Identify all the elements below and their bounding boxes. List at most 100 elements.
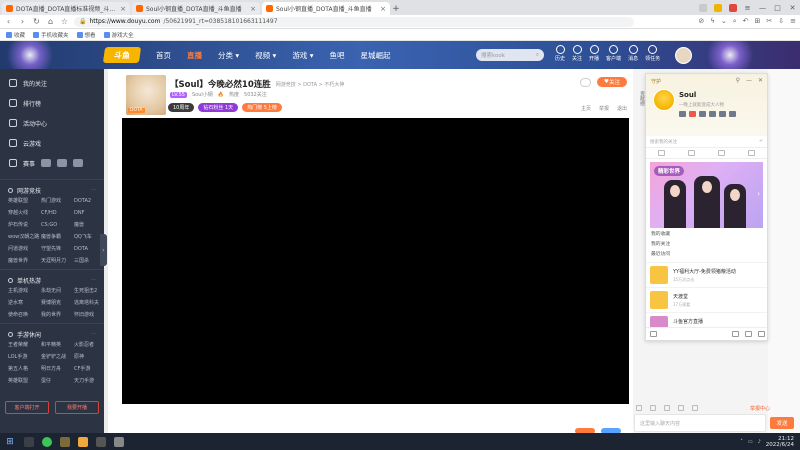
category-link[interactable]: 蛋仔 (41, 376, 74, 387)
follow-button[interactable]: ♥ 关注 (597, 77, 627, 87)
search-icon[interactable]: ⌕ (733, 17, 737, 26)
sidebar-item-rank[interactable]: 排行榜 (0, 93, 104, 113)
windows-start-icon[interactable]: ⊞ (0, 433, 20, 450)
network-icon[interactable]: ▭ (748, 439, 753, 445)
taskbar-app[interactable] (92, 433, 110, 450)
popup-avatar[interactable] (653, 89, 675, 111)
settings-icon[interactable] (745, 331, 752, 337)
star-icon[interactable]: ☆ (60, 17, 69, 26)
menu-icon[interactable]: ≡ (790, 17, 796, 26)
category-link[interactable]: 魔兽世界 (8, 256, 41, 267)
grid-icon[interactable]: ⊞ (755, 17, 761, 26)
history-button[interactable]: 历史 (555, 45, 565, 62)
popup-room-item[interactable]: 天渡堂 17万观看 (646, 287, 767, 312)
category-link[interactable]: 逆水寒 (8, 298, 41, 309)
sidebar-item-follow[interactable]: 我的关注 (0, 73, 104, 93)
category-link[interactable]: 和平精英 (41, 340, 74, 351)
category-link[interactable]: 金铲铲之战 (41, 352, 74, 363)
pin-icon[interactable]: ⚲ (736, 77, 740, 84)
emoji-icon[interactable] (636, 405, 642, 411)
bookmark-item[interactable]: 收藏 (6, 31, 25, 39)
category-link[interactable]: DOTA2 (74, 196, 104, 207)
browser-tab-2[interactable]: Soul小钢直播_DOTA直播_斗鱼直播 × (132, 2, 260, 15)
category-link[interactable]: CF手游 (74, 364, 104, 375)
anchor-avatar[interactable]: DOTA (126, 75, 166, 115)
taskbar-app[interactable] (110, 433, 128, 450)
category-link[interactable]: 魔兽 (74, 220, 104, 231)
tab-follow-icon[interactable] (687, 150, 695, 156)
home-icon[interactable]: ⌂ (46, 17, 55, 26)
category-link[interactable]: 原神 (74, 352, 104, 363)
link-following[interactable]: 我的关注 (651, 240, 762, 250)
share-icon[interactable] (580, 77, 591, 87)
category-link[interactable]: 天涯明月刀 (41, 256, 74, 267)
category-link[interactable]: 英雄联盟 (8, 196, 41, 207)
image-icon[interactable] (678, 405, 684, 411)
category-link[interactable]: 热门游戏 (41, 196, 74, 207)
room-tool-report[interactable]: 举报 (599, 105, 609, 112)
category-link[interactable]: 穿越火线 (8, 208, 41, 219)
category-link[interactable]: 明日方舟 (41, 364, 74, 375)
sidebar-item-match[interactable]: 赛事 (0, 153, 104, 173)
section-title[interactable]: 手游休闲 ··· (0, 328, 104, 340)
category-link[interactable]: 永劫无间 (41, 286, 74, 297)
nav-star-city[interactable]: 星城崛起 (360, 50, 390, 61)
category-link[interactable]: 怀旧游戏 (74, 310, 104, 321)
close-window-icon[interactable]: ✕ (785, 0, 800, 15)
browser-tab-3[interactable]: Soul小钢直播_DOTA直播_斗鱼直播 × (262, 2, 390, 15)
start-broadcast-button[interactable]: 我要开播 (55, 401, 99, 414)
taskbar-app[interactable] (56, 433, 74, 450)
user-avatar[interactable] (675, 47, 692, 64)
minimize-icon[interactable]: — (755, 0, 770, 15)
nav-live[interactable]: 直播 (187, 50, 202, 61)
setting-icon[interactable] (692, 405, 698, 411)
sidebar-item-cloud-game[interactable]: 云游戏 (0, 133, 104, 153)
tab-recent-icon[interactable] (657, 150, 665, 156)
taskbar-app[interactable] (74, 433, 92, 450)
taskbar-app[interactable] (38, 433, 56, 450)
lightning-icon[interactable]: ϟ (710, 17, 715, 26)
category-link[interactable]: 生死狙击2 (74, 286, 104, 297)
gift-icon[interactable] (664, 405, 670, 411)
broadcast-button[interactable]: 开播 (589, 45, 599, 62)
browser-tab-1[interactable]: DOTA直播_DOTA直播标准视频_斗鱼直播 × (2, 2, 130, 15)
chat-input[interactable]: 这里输入聊天内容 (634, 414, 766, 432)
url-input[interactable]: 🔒 https://www.douyu.com/50621991_rt=0385… (74, 16, 634, 27)
category-link[interactable]: 火影忍者 (74, 340, 104, 351)
color-icon[interactable] (650, 405, 656, 411)
site-logo[interactable]: 斗鱼 (102, 47, 142, 63)
sidebar-item-event[interactable]: 活动中心 (0, 113, 104, 133)
video-player[interactable] (122, 118, 629, 404)
category-link[interactable]: 炉石传说 (8, 220, 41, 231)
send-button[interactable]: 发送 (770, 417, 794, 429)
room-tool-home[interactable]: 主页 (581, 105, 591, 112)
bookmark-item[interactable]: 手机收藏夹 (33, 31, 69, 39)
minimize-icon[interactable]: — (746, 77, 752, 84)
clock[interactable]: 21:12 2022/6/24 (766, 436, 794, 448)
message-button[interactable]: 消息 (628, 45, 638, 62)
return-icon[interactable]: ↵ (759, 139, 763, 144)
close-icon[interactable]: × (120, 5, 126, 13)
reload-icon[interactable]: ↻ (32, 17, 41, 26)
forward-icon[interactable]: › (18, 17, 27, 26)
chevron-up-icon[interactable]: ˄ (740, 439, 743, 445)
video-icon[interactable] (732, 331, 739, 337)
popup-room-item[interactable]: YY福利大厅-免费领猪粮活动 15万次点击 (646, 262, 767, 287)
category-link[interactable]: 问道游戏 (8, 244, 41, 255)
category-link[interactable]: 魔兽争霸 (41, 232, 74, 243)
maximize-icon[interactable]: □ (770, 0, 785, 15)
close-icon[interactable]: ✕ (758, 77, 763, 84)
nav-category[interactable]: 分类 ▾ (218, 50, 239, 61)
link-recent[interactable]: 最近访问 (651, 250, 762, 260)
category-link[interactable]: 主机游戏 (8, 286, 41, 297)
block-icon[interactable]: ⊘ (698, 17, 704, 26)
category-link[interactable]: DNF (74, 208, 104, 219)
bookmark-item[interactable]: 游戏大全 (103, 31, 134, 39)
category-link[interactable]: 天刀手游 (74, 376, 104, 387)
room-tool-exit[interactable]: 退出 (617, 105, 627, 112)
site-search-input[interactable]: 搜索kook ⌕ (476, 49, 544, 61)
category-link[interactable]: 守望先锋 (41, 244, 74, 255)
taskbar-app[interactable] (20, 433, 38, 450)
close-icon[interactable]: × (380, 5, 386, 13)
category-link[interactable]: 使命召唤 (8, 310, 41, 321)
